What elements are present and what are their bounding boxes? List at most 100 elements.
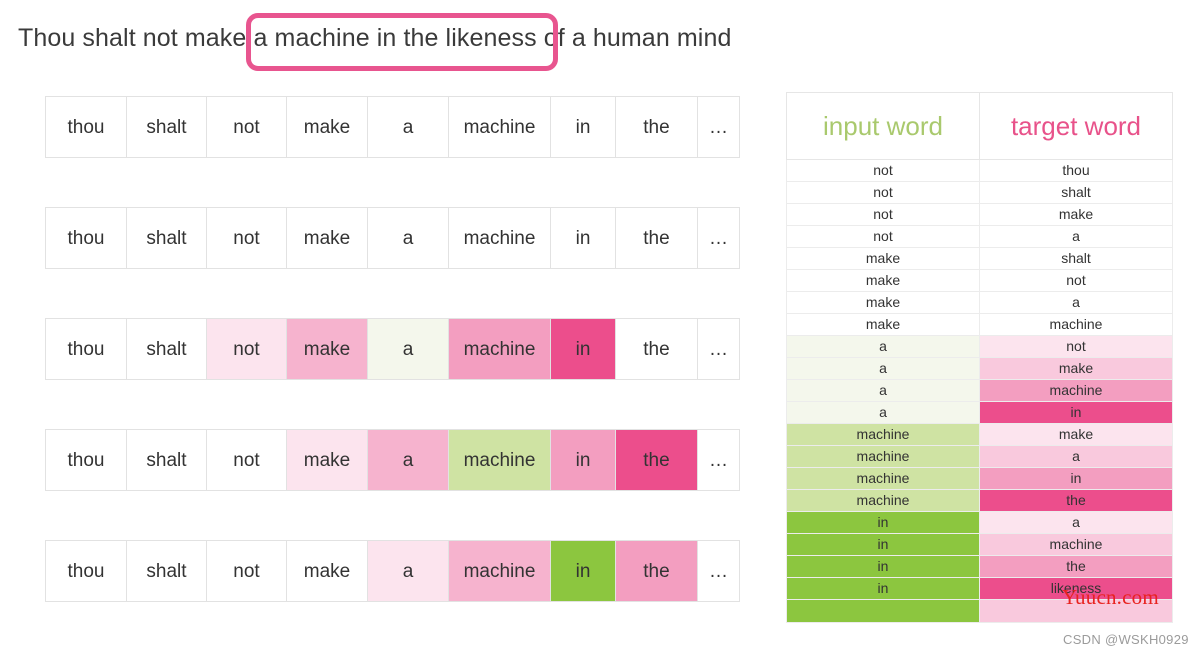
- word-cell-a: a: [368, 540, 449, 602]
- cell-target-word: a: [979, 291, 1173, 314]
- word-cell-machine: machine: [449, 318, 551, 380]
- word-cell-not: not: [207, 318, 287, 380]
- word-cell-shalt: shalt: [127, 96, 207, 158]
- cell-input-word: machine: [786, 423, 980, 446]
- word-cell-not: not: [207, 429, 287, 491]
- cell-input-word: make: [786, 269, 980, 292]
- sentence-prefix: Thou shalt not make: [18, 24, 247, 52]
- cell-input-word: make: [786, 291, 980, 314]
- cell-target-word: the: [979, 555, 1173, 578]
- cell-target-word: machine: [979, 533, 1173, 556]
- cell-target-word: thou: [979, 159, 1173, 182]
- word-cell-machine: machine: [449, 540, 551, 602]
- table-row: machine in: [786, 467, 1173, 490]
- pair-table-header-row: input word target word: [786, 92, 1173, 160]
- word-cell-make: make: [287, 429, 368, 491]
- cell-input-word: in: [786, 577, 980, 600]
- word-cell-make: make: [287, 96, 368, 158]
- page-title: Thou shalt not make a machine in the lik…: [18, 24, 731, 53]
- word-cell-the: the: [616, 429, 698, 491]
- word-cell-shalt: shalt: [127, 429, 207, 491]
- word-cell-the: the: [616, 540, 698, 602]
- column-header-input-word: input word: [786, 92, 980, 160]
- cell-target-word: a: [979, 445, 1173, 468]
- word-cell-machine: machine: [449, 96, 551, 158]
- cell-target-word: in: [979, 467, 1173, 490]
- table-row: not make: [786, 203, 1173, 226]
- word-cell-thou: thou: [45, 318, 127, 380]
- cell-target-word: machine: [979, 379, 1173, 402]
- word-grid-row: thou shalt not make a machine in the…: [45, 540, 740, 602]
- table-row: in machine: [786, 533, 1173, 556]
- word-cell-a: a: [368, 207, 449, 269]
- word-cell-ellipsis: …: [698, 318, 740, 380]
- table-row: not a: [786, 225, 1173, 248]
- table-row: in the: [786, 555, 1173, 578]
- word-cell-the: the: [616, 96, 698, 158]
- cell-target-word: a: [979, 511, 1173, 534]
- cell-target-word: in: [979, 401, 1173, 424]
- table-row: make a: [786, 291, 1173, 314]
- column-header-target-word: target word: [979, 92, 1173, 160]
- cell-target-word: shalt: [979, 247, 1173, 270]
- word-cell-ellipsis: …: [698, 429, 740, 491]
- word-cell-make: make: [287, 540, 368, 602]
- cell-input-word: a: [786, 401, 980, 424]
- cell-target-word: machine: [979, 313, 1173, 336]
- word-cell-in: in: [551, 96, 616, 158]
- cell-input-word: a: [786, 357, 980, 380]
- table-row: machine a: [786, 445, 1173, 468]
- word-cell-not: not: [207, 540, 287, 602]
- word-grid-row: thou shalt not make a machine in the…: [45, 318, 740, 380]
- word-grid-row: thou shalt not make a machine in the…: [45, 429, 740, 491]
- cell-input-word: not: [786, 225, 980, 248]
- cell-input-word: machine: [786, 445, 980, 468]
- cell-target-word: make: [979, 357, 1173, 380]
- cell-input-word: [786, 599, 980, 623]
- cell-target-word: not: [979, 269, 1173, 292]
- cell-target-word: the: [979, 489, 1173, 512]
- cell-input-word: make: [786, 313, 980, 336]
- word-cell-in: in: [551, 429, 616, 491]
- cell-input-word: not: [786, 203, 980, 226]
- cell-input-word: a: [786, 379, 980, 402]
- word-cell-ellipsis: …: [698, 207, 740, 269]
- word-grid-row: thou shalt not make a machine in the…: [45, 207, 740, 269]
- word-cell-make: make: [287, 318, 368, 380]
- table-row: machine the: [786, 489, 1173, 512]
- table-row: make machine: [786, 313, 1173, 336]
- table-row: a machine: [786, 379, 1173, 402]
- sentence-highlighted-phrase: a machine in the likeness: [246, 24, 544, 52]
- word-cell-shalt: shalt: [127, 318, 207, 380]
- cell-input-word: a: [786, 335, 980, 358]
- word-cell-the: the: [616, 318, 698, 380]
- word-cell-the: the: [616, 207, 698, 269]
- word-cell-thou: thou: [45, 540, 127, 602]
- cell-input-word: in: [786, 511, 980, 534]
- table-row: a make: [786, 357, 1173, 380]
- yuucn-watermark: Yuucn.com: [1062, 585, 1159, 609]
- word-cell-shalt: shalt: [127, 207, 207, 269]
- cell-target-word: not: [979, 335, 1173, 358]
- word-cell-make: make: [287, 207, 368, 269]
- word-cell-thou: thou: [45, 96, 127, 158]
- word-cell-in: in: [551, 318, 616, 380]
- word-cell-shalt: shalt: [127, 540, 207, 602]
- word-cell-a: a: [368, 318, 449, 380]
- input-target-pair-table: input word target word not thou not shalt no…: [786, 92, 1173, 623]
- csdn-watermark: CSDN @WSKH0929: [1063, 632, 1189, 647]
- table-row: not shalt: [786, 181, 1173, 204]
- pair-table-body: not thou not shalt not make not a make shalt make n…: [786, 159, 1173, 623]
- cell-input-word: not: [786, 159, 980, 182]
- cell-input-word: make: [786, 247, 980, 270]
- word-cell-thou: thou: [45, 207, 127, 269]
- cell-target-word: make: [979, 203, 1173, 226]
- cell-target-word: make: [979, 423, 1173, 446]
- word-cell-not: not: [207, 207, 287, 269]
- table-row: machine make: [786, 423, 1173, 446]
- word-cell-in: in: [551, 207, 616, 269]
- table-row: a in: [786, 401, 1173, 424]
- cell-input-word: in: [786, 533, 980, 556]
- word-cell-in: in: [551, 540, 616, 602]
- cell-input-word: machine: [786, 489, 980, 512]
